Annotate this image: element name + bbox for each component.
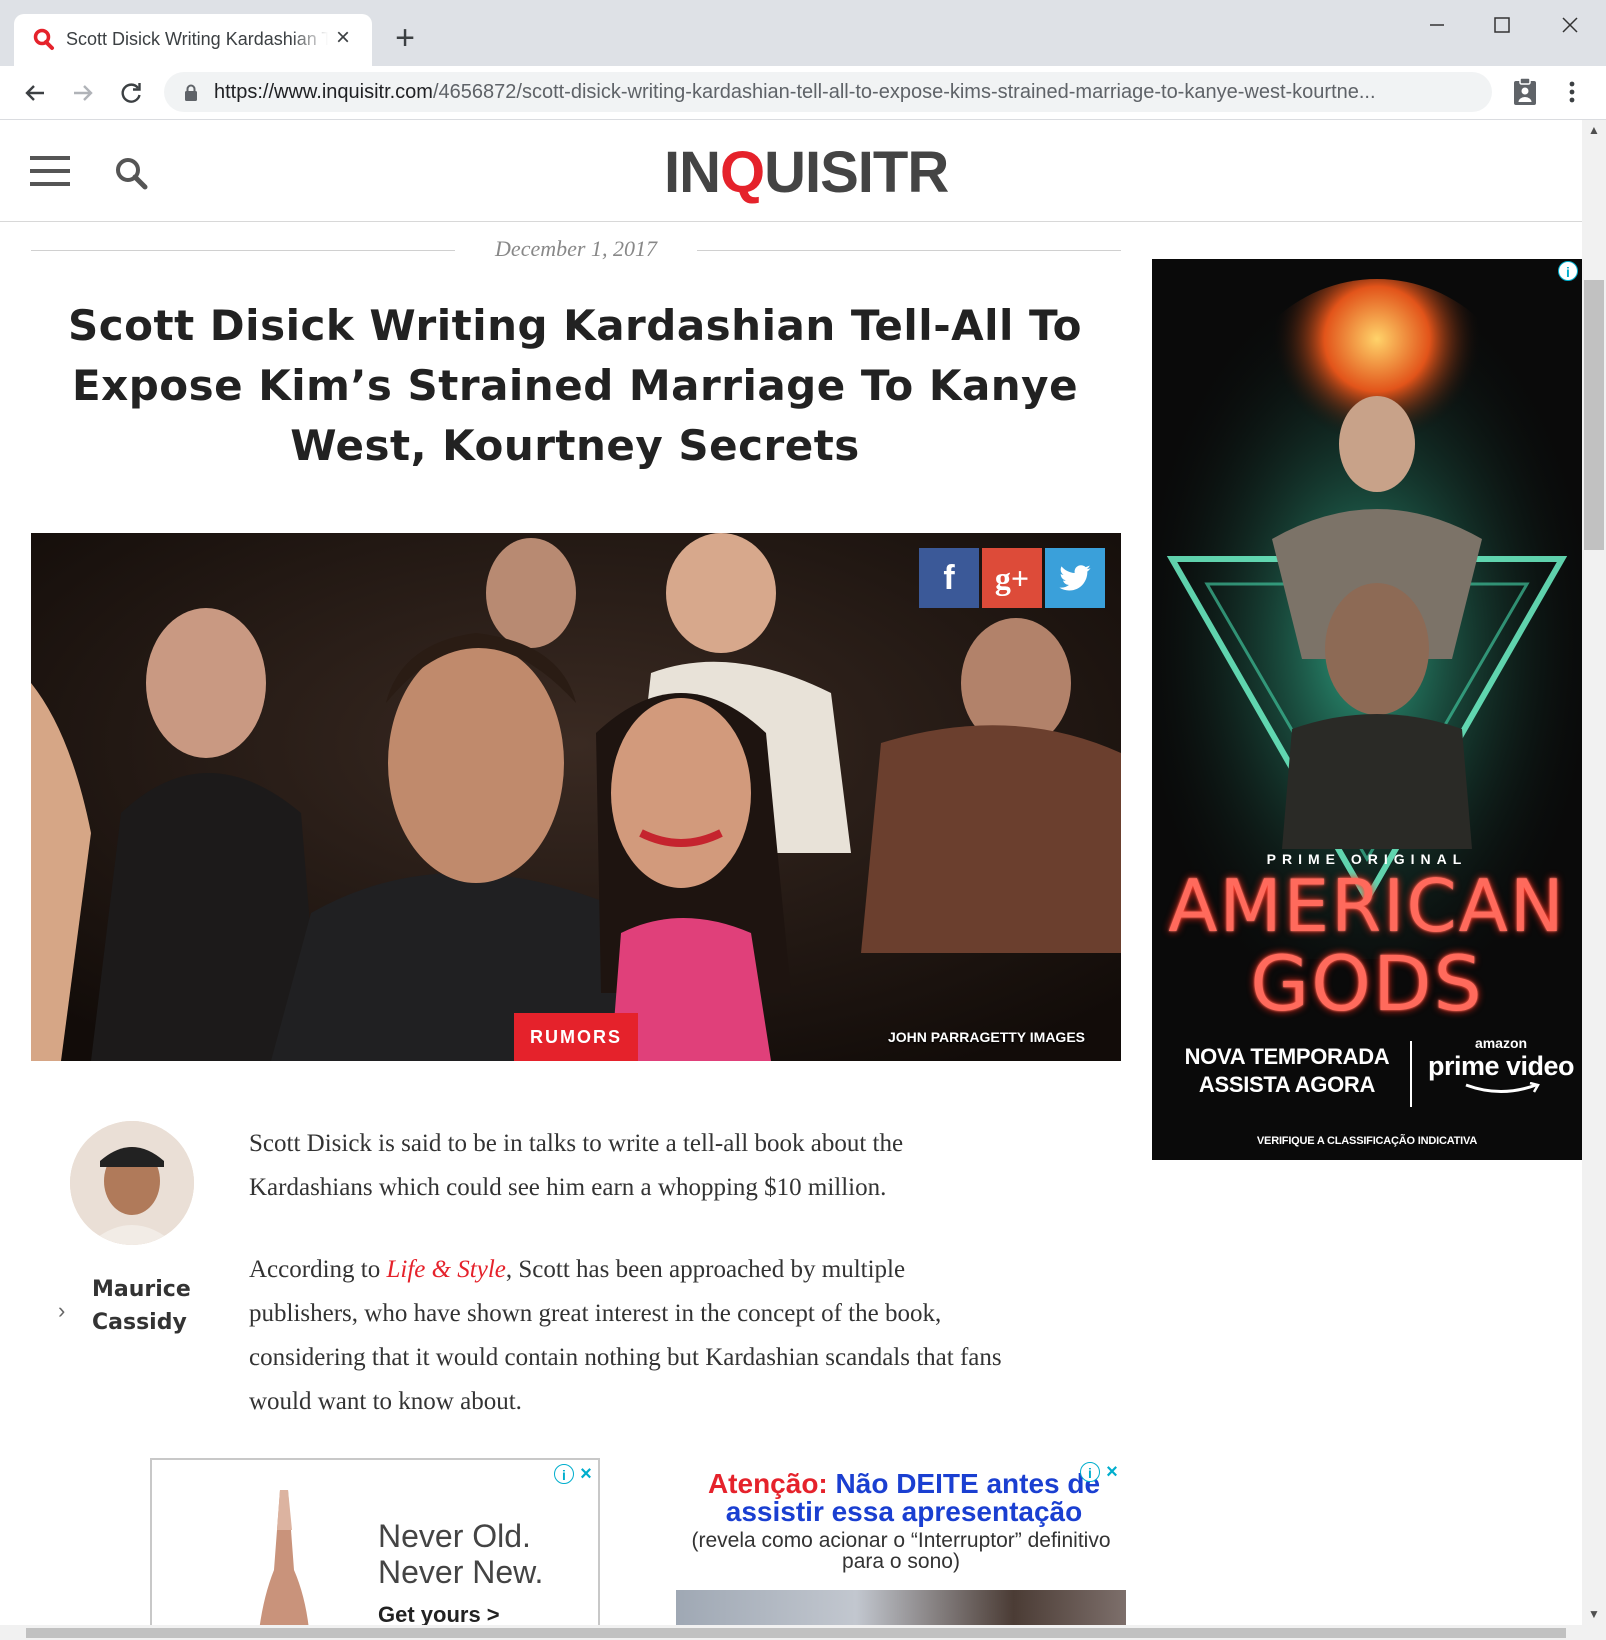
article-headline: Scott Disick Writing Kardashian Tell-All…	[68, 301, 1082, 470]
share-google-plus-button[interactable]: g+	[982, 548, 1042, 608]
reload-icon[interactable]	[116, 78, 146, 108]
minimize-icon[interactable]	[1417, 10, 1457, 40]
browser-toolbar: https://www.inquisitr.com/4656872/scott-…	[0, 66, 1606, 120]
scroll-up-icon[interactable]: ▲	[1586, 122, 1602, 138]
author-name[interactable]: Maurice Cassidy	[92, 1273, 232, 1339]
ad-subheadline: (revela como acionar o “Interruptor” def…	[691, 1529, 1111, 1573]
author-avatar[interactable]	[70, 1121, 194, 1245]
forward-arrow-icon[interactable]	[68, 78, 98, 108]
life-style-link[interactable]: Life & Style	[386, 1256, 505, 1283]
ad-info-icon[interactable]: i	[1558, 261, 1578, 281]
article-date-row: December 1, 2017	[31, 236, 1121, 266]
ad-cta-text: NOVA TEMPORADA ASSISTA AGORA	[1184, 1044, 1390, 1097]
tab-close-icon[interactable]: ×	[332, 26, 354, 50]
article-body: Scott Disick is said to be in talks to w…	[249, 1122, 1009, 1462]
photo-credit: JOHN PARRAGETTY IMAGES	[887, 1029, 1085, 1045]
clipboard-extension-icon[interactable]	[1512, 76, 1538, 106]
share-twitter-button[interactable]	[1045, 548, 1105, 608]
ad-title-line2: GODS	[1250, 939, 1484, 1028]
prime-video-logo: amazon prime video	[1420, 1035, 1582, 1101]
scroll-down-icon[interactable]: ▼	[1586, 1606, 1602, 1622]
ad-close-icon[interactable]: ×	[1102, 1462, 1122, 1482]
ad-image	[676, 1590, 1126, 1628]
tab-strip: Scott Disick Writing Kardashian Tell-All…	[0, 0, 1606, 66]
site-logo[interactable]: INQUISITR	[664, 138, 964, 208]
category-tag[interactable]: RUMORS	[514, 1013, 638, 1061]
hero-image: f g+ RUMORS JOHN PARRAGETTY IMAGES	[31, 533, 1121, 1061]
url-text: https://www.inquisitr.com/4656872/scott-…	[214, 81, 1376, 103]
maximize-icon[interactable]	[1482, 10, 1522, 40]
hero-photo	[31, 533, 1121, 1061]
site-header: INQUISITR	[0, 120, 1582, 222]
back-arrow-icon[interactable]	[20, 78, 50, 108]
page-viewport: INQUISITR December 1, 2017 Scott Disick …	[0, 120, 1606, 1640]
browser-menu-icon[interactable]	[1562, 76, 1582, 108]
article-date: December 1, 2017	[495, 236, 657, 261]
tab-title: Scott Disick Writing Kardashian Tell-All…	[66, 29, 328, 49]
share-facebook-button[interactable]: f	[919, 548, 979, 608]
bottom-ad-left[interactable]: Never Old. Never New. Get yours > i ×	[150, 1458, 600, 1628]
ad-close-icon[interactable]: ×	[576, 1464, 596, 1484]
chevron-right-icon[interactable]: ›	[58, 1298, 72, 1323]
twitter-icon	[1059, 565, 1091, 591]
avatar-photo	[70, 1121, 194, 1245]
product-bottle-image	[259, 1490, 309, 1628]
horizontal-scroll-thumb[interactable]	[26, 1628, 1566, 1638]
ad-headline: Atenção: Não DEITE antes de assistir ess…	[707, 1468, 1101, 1527]
ad-title-line1: AMERICAN	[1168, 864, 1566, 948]
hamburger-menu-icon[interactable]	[30, 156, 70, 186]
sidebar-ad[interactable]: i PRIME ORIGINAL AMERICAN GODS NOVA TEMP…	[1152, 259, 1582, 1160]
inquisitr-favicon-icon	[33, 28, 54, 50]
vertical-scroll-thumb[interactable]	[1584, 280, 1604, 550]
lock-icon	[185, 84, 197, 101]
ad-info-icon[interactable]: i	[554, 1464, 574, 1484]
active-tab[interactable]: Scott Disick Writing Kardashian Tell-All…	[14, 14, 372, 66]
ad-fine-print: VERIFIQUE A CLASSIFICAÇÃO INDICATIVA	[1256, 1135, 1478, 1147]
close-window-icon[interactable]	[1550, 10, 1590, 40]
bottom-ad-right[interactable]: Atenção: Não DEITE antes de assistir ess…	[676, 1458, 1126, 1628]
address-bar[interactable]: https://www.inquisitr.com/4656872/scott-…	[164, 72, 1492, 112]
paragraph: Scott Disick is said to be in talks to w…	[249, 1130, 904, 1201]
new-tab-icon[interactable]: +	[388, 21, 422, 56]
divider	[1410, 1041, 1412, 1107]
ad-info-icon[interactable]: i	[1080, 1462, 1100, 1482]
ad-headline: Never Old. Never New.	[378, 1518, 544, 1590]
search-icon[interactable]	[114, 156, 148, 190]
amazon-smile-icon	[1465, 1081, 1540, 1093]
paragraph: According to Life & Style, Scott has bee…	[249, 1256, 1002, 1415]
